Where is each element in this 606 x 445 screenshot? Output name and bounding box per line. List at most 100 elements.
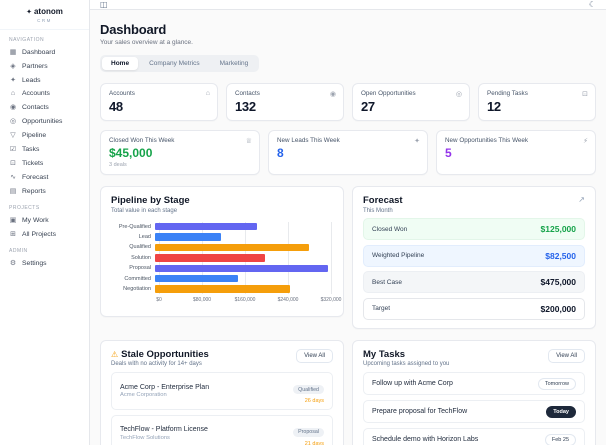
sparkle-icon: ✦ xyxy=(414,138,420,145)
stale-opportunity-row[interactable]: TechFlow - Platform License TechFlow Sol… xyxy=(111,414,333,445)
bar-row: Committed xyxy=(111,273,333,283)
page-title: Dashboard xyxy=(100,22,167,37)
bar-category-label: Lead xyxy=(138,234,151,241)
theme-toggle-icon[interactable]: ☾ xyxy=(589,0,596,9)
sidebar-nav: Navigation ▦ Dashboard ◈ Partners ✦ Lead… xyxy=(0,37,89,270)
bar-track xyxy=(155,284,331,294)
days-stale: 26 days xyxy=(304,398,324,404)
task-row[interactable]: Prepare proposal for TechFlow Today xyxy=(363,400,585,423)
brand-name: atonom xyxy=(33,7,63,16)
sidebar-item[interactable]: ⊡ Tickets xyxy=(0,156,89,170)
bar-category-label: Committed xyxy=(124,275,151,282)
pipeline-icon: ▽ xyxy=(10,132,16,139)
forecast-row: Target $200,000 xyxy=(363,297,585,320)
forecast-row-value: $475,000 xyxy=(540,277,576,287)
sidebar-item[interactable]: ▽ Pipeline xyxy=(0,128,89,142)
stat-value: 132 xyxy=(235,99,256,114)
bar-row: Solution xyxy=(111,253,333,263)
tickets-icon: ⊡ xyxy=(10,160,16,167)
sidebar-item-label: All Projects xyxy=(22,230,56,238)
sidebar-item[interactable]: ◈ Partners xyxy=(0,59,89,73)
sidebar-item-label: Accounts xyxy=(22,90,50,97)
stat-card: Open Opportunities 27 ◎ xyxy=(352,83,470,121)
stale-subtitle: Deals with no activity for 14+ days xyxy=(111,361,202,367)
sidebar-section-label: Projects xyxy=(9,205,40,211)
sidebar-item-label: Dashboard xyxy=(22,48,56,56)
clipboard-icon: ⊡ xyxy=(582,91,588,98)
trophy-icon: ♕ xyxy=(245,138,252,145)
task-row[interactable]: Schedule demo with Horizon Labs Feb 25 xyxy=(363,428,585,445)
sidebar-section-items: ⚙ Settings xyxy=(0,256,89,270)
reports-icon: ▤ xyxy=(9,188,17,195)
x-tick-label: $240,000 xyxy=(277,297,299,304)
pipeline-chart-card: Pipeline by Stage Total value in each st… xyxy=(100,186,344,317)
sidebar-item[interactable]: ◉ Contacts xyxy=(0,100,89,114)
task-row[interactable]: Follow up with Acme Corp Tomorrow xyxy=(363,372,585,395)
stale-title-text: Stale Opportunities xyxy=(121,348,209,360)
sidebar-item[interactable]: ▤ Reports xyxy=(0,184,89,198)
tasks-view-all-button[interactable]: View All xyxy=(548,348,585,363)
opportunities-icon: ◎ xyxy=(9,118,17,125)
sidebar-item-label: Pipeline xyxy=(22,131,47,139)
main-area: ◫ ☾ Dashboard Your sales overview at a g… xyxy=(90,0,606,445)
brand-logo[interactable]: ✦ atonom CRM xyxy=(0,0,89,30)
bottom-row: ⚠ Stale Opportunities Deals with no activ… xyxy=(100,339,596,445)
my-work-icon: ▣ xyxy=(9,217,17,224)
bar xyxy=(155,274,238,283)
accounts-icon: ⌂ xyxy=(10,90,16,97)
sidebar-item-label: Partners xyxy=(22,62,48,70)
tab[interactable]: Marketing xyxy=(211,57,258,70)
dashboard-content: Dashboard Your sales overview at a glanc… xyxy=(90,10,606,445)
forecast-row-label: Closed Won xyxy=(372,225,408,233)
bar xyxy=(155,233,221,241)
forecast-card: Forecast This Month ↗ Closed Won $125,00… xyxy=(352,186,596,329)
sidebar-item-label: My Work xyxy=(22,216,49,224)
bar-track xyxy=(155,232,331,242)
sidebar-item[interactable]: ⚙ Settings xyxy=(0,256,89,270)
sidebar-item[interactable]: ◎ Opportunities xyxy=(0,114,89,128)
stats-row: Accounts 48 ⌂ Contacts 132 ◉ Open Opport… xyxy=(100,83,596,121)
sidebar-item[interactable]: ✦ Leads xyxy=(0,73,89,87)
bar-category-label: Qualified xyxy=(129,244,151,251)
tab[interactable]: Home xyxy=(102,57,139,70)
bar xyxy=(155,285,290,293)
bar xyxy=(155,223,257,231)
week-stat-label: Closed Won This Week xyxy=(109,137,175,144)
my-tasks-card: My Tasks Upcoming tasks assigned to you … xyxy=(352,339,596,445)
stat-value: 48 xyxy=(109,99,123,114)
bar-category-label: Solution xyxy=(131,254,151,261)
sidebar-item[interactable]: ⊞ All Projects xyxy=(0,227,89,241)
tab[interactable]: Company Metrics xyxy=(140,57,209,70)
topbar: ◫ ☾ xyxy=(90,0,606,10)
bar-row: Proposal xyxy=(111,263,333,273)
forecast-rows: Closed Won $125,000 Weighted Pipeline $8… xyxy=(363,218,585,320)
sidebar-item-label: Forecast xyxy=(22,173,49,181)
bar-track xyxy=(155,253,331,263)
stale-opportunity-row[interactable]: Acme Corp - Enterprise Plan Acme Corpora… xyxy=(111,372,333,410)
bar-row: Qualified xyxy=(111,242,333,252)
bar-row: Negotiation xyxy=(111,284,333,294)
forecast-row-label: Weighted Pipeline xyxy=(372,252,425,259)
forecast-row-value: $200,000 xyxy=(540,303,576,314)
week-stat-card: New Leads This Week 8 ✦ xyxy=(268,130,428,175)
sidebar-item[interactable]: ▦ Dashboard xyxy=(0,45,89,59)
contacts-icon: ◉ xyxy=(9,104,17,111)
sidebar-section: Admin ⚙ Settings xyxy=(0,248,89,270)
leads-icon: ✦ xyxy=(10,77,16,84)
bar xyxy=(155,254,265,262)
sidebar-item[interactable]: ∿ Forecast xyxy=(0,170,89,184)
stat-card: Accounts 48 ⌂ xyxy=(100,83,218,121)
tasks-title: My Tasks xyxy=(363,348,406,360)
week-stat-value: 5 xyxy=(445,146,452,160)
bar-track xyxy=(155,263,331,273)
sidebar-item[interactable]: ☑ Tasks xyxy=(0,142,89,156)
stale-view-all-button[interactable]: View All xyxy=(296,348,333,363)
bar-row: Pre-Qualified xyxy=(111,222,333,232)
sidebar-toggle-icon[interactable]: ◫ xyxy=(100,0,108,9)
bar-category-label: Proposal xyxy=(129,265,151,272)
task-label: Prepare proposal for TechFlow xyxy=(372,408,468,415)
sidebar-item[interactable]: ⌂ Accounts xyxy=(0,87,89,100)
sidebar-item[interactable]: ▣ My Work xyxy=(0,213,89,227)
opportunity-name: Acme Corp - Enterprise Plan xyxy=(120,383,210,391)
people-icon: ◉ xyxy=(329,91,336,98)
